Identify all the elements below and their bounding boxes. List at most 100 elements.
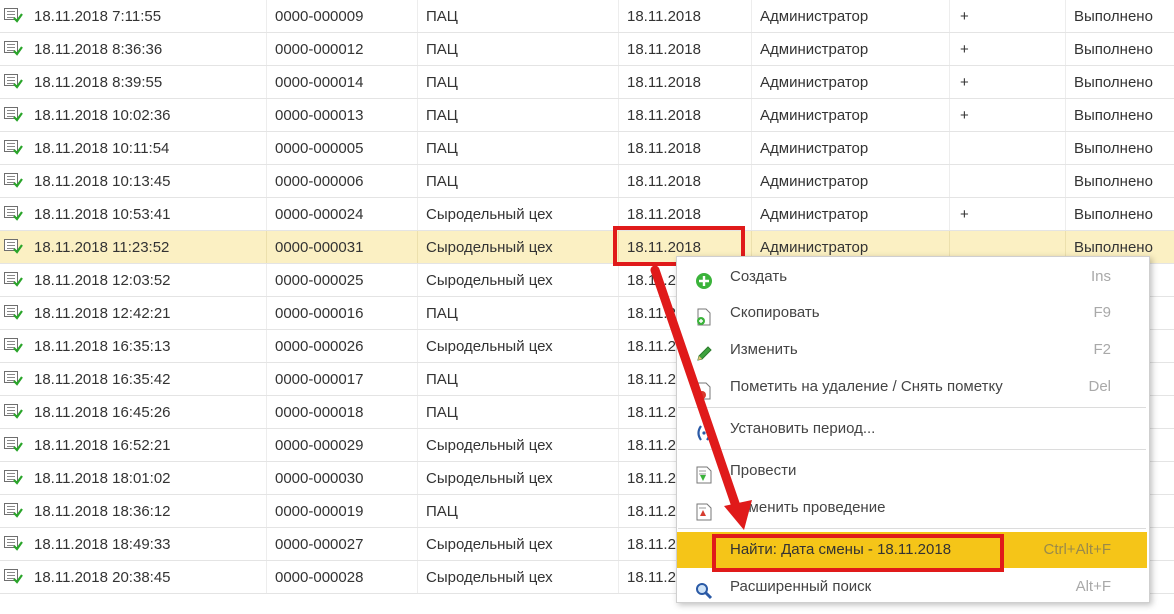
plus-circle-icon xyxy=(695,268,713,289)
cell-department: Сыродельный цех xyxy=(418,198,619,230)
cell-department: ПАЦ xyxy=(418,495,619,527)
menu-item-post[interactable]: Провести xyxy=(677,453,1147,489)
cell-department: ПАЦ xyxy=(418,33,619,65)
copy-icon xyxy=(695,304,713,326)
cell-department: ПАЦ xyxy=(418,66,619,98)
cell-department: Сыродельный цех xyxy=(418,462,619,494)
cell-shift-date: 18.11.2018 xyxy=(619,66,752,98)
cell-datetime: 18.11.2018 16:52:21 xyxy=(26,429,267,461)
menu-item-mark-delete-label: Пометить на удаление / Снять пометку xyxy=(730,378,1003,395)
table-row[interactable]: 18.11.2018 8:39:55 0000-000014 ПАЦ 18.11… xyxy=(0,66,1174,99)
menu-item-advanced-search[interactable]: Расширенный поиск Alt+F xyxy=(677,569,1147,605)
posted-document-icon xyxy=(0,165,28,197)
cell-datetime: 18.11.2018 10:53:41 xyxy=(26,198,267,230)
cell-number: 0000-000018 xyxy=(267,396,418,428)
cell-datetime: 18.11.2018 10:11:54 xyxy=(26,132,267,164)
table-row[interactable]: 18.11.2018 10:53:41 0000-000024 Сыродель… xyxy=(0,198,1174,231)
cell-department: ПАЦ xyxy=(418,165,619,197)
cell-department: ПАЦ xyxy=(418,99,619,131)
posted-document-icon xyxy=(0,330,28,362)
menu-item-find-shortcut: Ctrl+Alt+F xyxy=(1043,541,1111,558)
cell-user: Администратор xyxy=(752,132,950,164)
cell-shift-date: 18.11.2018 xyxy=(619,0,752,32)
menu-item-set-period[interactable]: Установить период... xyxy=(677,411,1147,447)
menu-item-advanced-search-label: Расширенный поиск xyxy=(730,578,872,595)
menu-item-set-period-label: Установить период... xyxy=(730,420,876,437)
table-row[interactable]: 18.11.2018 7:11:55 0000-000009 ПАЦ 18.11… xyxy=(0,0,1174,33)
menu-item-unpost[interactable]: Отменить проведение xyxy=(677,490,1147,526)
cell-number: 0000-000027 xyxy=(267,528,418,560)
menu-item-copy-label: Скопировать xyxy=(730,304,820,321)
menu-item-create-shortcut: Ins xyxy=(1090,268,1111,285)
cell-flag: + xyxy=(950,198,1066,230)
cell-flag xyxy=(950,132,1066,164)
menu-item-advanced-search-shortcut: Alt+F xyxy=(1075,578,1111,595)
menu-item-create[interactable]: Создать Ins xyxy=(677,259,1147,295)
cell-shift-date: 18.11.2018 xyxy=(619,165,752,197)
cell-datetime: 18.11.2018 20:38:45 xyxy=(26,561,267,593)
cell-number: 0000-000025 xyxy=(267,264,418,296)
posted-document-icon xyxy=(0,561,28,593)
table-row[interactable]: 18.11.2018 10:02:36 0000-000013 ПАЦ 18.1… xyxy=(0,99,1174,132)
cell-department: ПАЦ xyxy=(418,363,619,395)
menu-item-edit[interactable]: Изменить F2 xyxy=(677,332,1147,368)
cell-department: ПАЦ xyxy=(418,396,619,428)
cell-number: 0000-000014 xyxy=(267,66,418,98)
posted-document-icon xyxy=(0,66,28,98)
cell-datetime: 18.11.2018 18:01:02 xyxy=(26,462,267,494)
cell-user: Администратор xyxy=(752,198,950,230)
menu-item-copy[interactable]: Скопировать F9 xyxy=(677,295,1147,331)
cell-status: Выполнено xyxy=(1074,173,1153,190)
delete-mark-icon xyxy=(695,378,713,400)
table-row[interactable]: 18.11.2018 8:36:36 0000-000012 ПАЦ 18.11… xyxy=(0,33,1174,66)
menu-separator xyxy=(678,528,1146,529)
posted-document-icon xyxy=(0,231,28,263)
cell-number: 0000-000009 xyxy=(267,0,418,32)
cell-flag: + xyxy=(950,99,1066,131)
unpost-icon xyxy=(695,499,713,521)
table-row[interactable]: 18.11.2018 10:11:54 0000-000005 ПАЦ 18.1… xyxy=(0,132,1174,165)
menu-item-mark-delete-shortcut: Del xyxy=(1088,378,1111,395)
menu-item-copy-shortcut: F9 xyxy=(1093,304,1111,321)
cell-datetime: 18.11.2018 16:35:13 xyxy=(26,330,267,362)
menu-item-unpost-label: Отменить проведение xyxy=(730,499,886,516)
cell-datetime: 18.11.2018 11:23:52 xyxy=(26,231,267,263)
posted-document-icon xyxy=(0,0,28,32)
menu-separator xyxy=(678,449,1146,450)
cell-number: 0000-000030 xyxy=(267,462,418,494)
cell-number: 0000-000012 xyxy=(267,33,418,65)
cell-number: 0000-000026 xyxy=(267,330,418,362)
posted-document-icon xyxy=(0,99,28,131)
cell-datetime: 18.11.2018 18:36:12 xyxy=(26,495,267,527)
menu-item-mark-delete[interactable]: Пометить на удаление / Снять пометку Del xyxy=(677,369,1147,405)
table-row[interactable]: 18.11.2018 10:13:45 0000-000006 ПАЦ 18.1… xyxy=(0,165,1174,198)
cell-number: 0000-000005 xyxy=(267,132,418,164)
cell-shift-date: 18.11.2018 xyxy=(619,33,752,65)
cell-number: 0000-000006 xyxy=(267,165,418,197)
cell-status: Выполнено xyxy=(1074,41,1153,58)
menu-separator xyxy=(678,407,1146,408)
cell-status: Выполнено xyxy=(1074,74,1153,91)
cell-flag: + xyxy=(950,33,1066,65)
cell-department: Сыродельный цех xyxy=(418,330,619,362)
posted-document-icon xyxy=(0,528,28,560)
cell-number: 0000-000013 xyxy=(267,99,418,131)
cell-number: 0000-000031 xyxy=(267,231,418,263)
cell-datetime: 18.11.2018 12:42:21 xyxy=(26,297,267,329)
cell-shift-date: 18.11.2018 xyxy=(619,99,752,131)
cell-number: 0000-000028 xyxy=(267,561,418,593)
cell-department: Сыродельный цех xyxy=(418,231,619,263)
posted-document-icon xyxy=(0,396,28,428)
posted-document-icon xyxy=(0,462,28,494)
pencil-icon xyxy=(695,341,713,361)
cell-flag: + xyxy=(950,66,1066,98)
cell-department: Сыродельный цех xyxy=(418,429,619,461)
cell-datetime: 18.11.2018 8:39:55 xyxy=(26,66,267,98)
cell-department: Сыродельный цех xyxy=(418,561,619,593)
cell-shift-date: 18.11.2018 xyxy=(619,132,752,164)
cell-department: ПАЦ xyxy=(418,132,619,164)
cell-number: 0000-000029 xyxy=(267,429,418,461)
cell-datetime: 18.11.2018 16:45:26 xyxy=(26,396,267,428)
cell-department: ПАЦ xyxy=(418,0,619,32)
posted-document-icon xyxy=(0,132,28,164)
